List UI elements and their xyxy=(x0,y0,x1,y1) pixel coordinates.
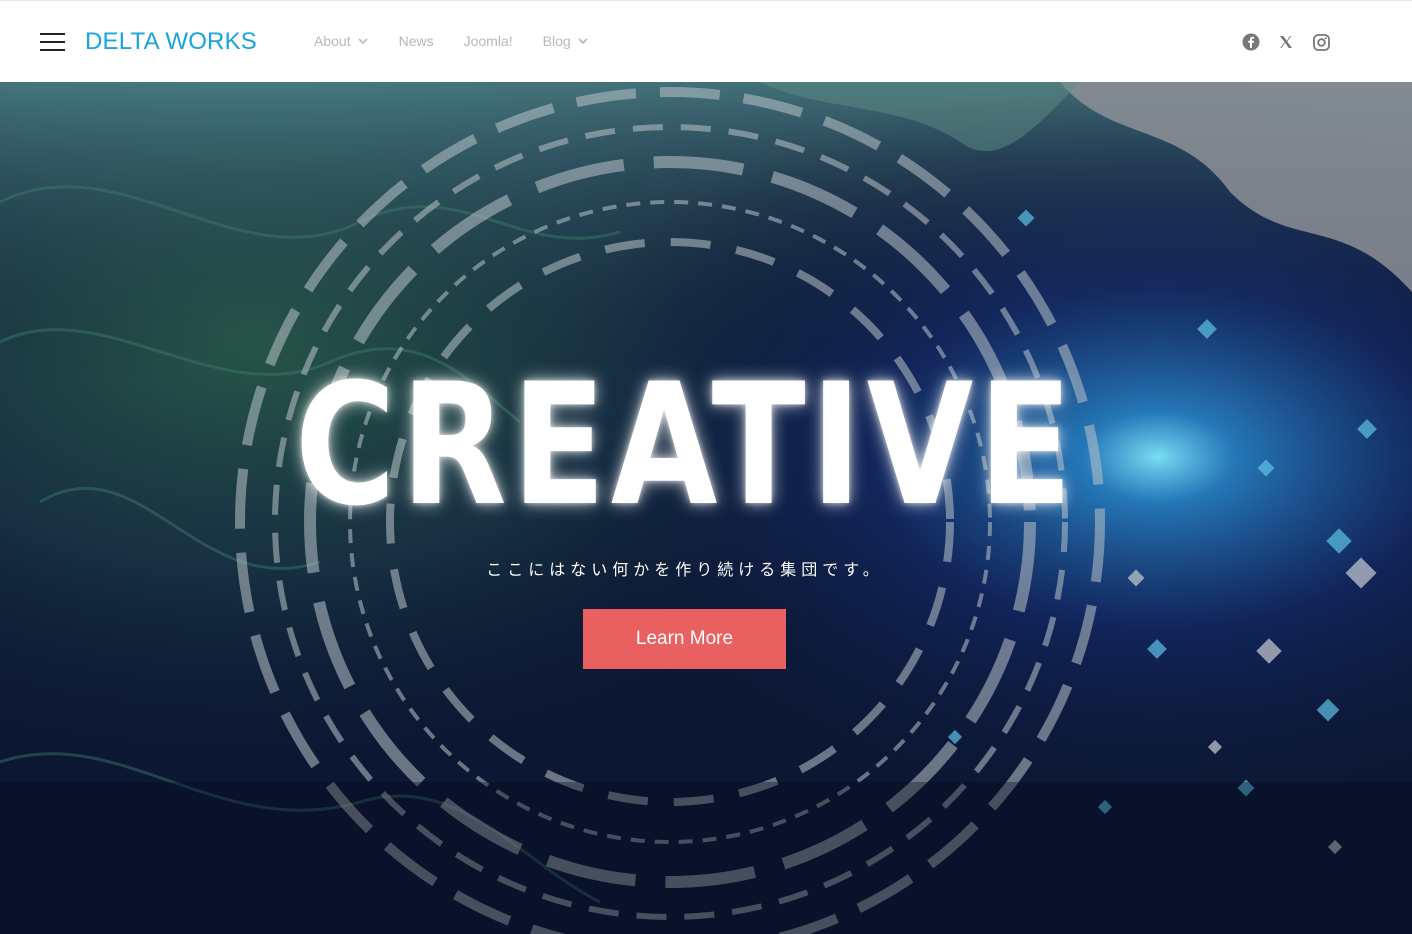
x-icon[interactable] xyxy=(1276,32,1296,52)
site-header: DELTA WORKS About News Joomla! Blog xyxy=(0,0,1412,82)
nav-item-blog[interactable]: Blog xyxy=(543,33,589,49)
social-links xyxy=(1241,32,1331,52)
chevron-down-icon xyxy=(358,38,368,45)
instagram-icon[interactable] xyxy=(1311,32,1331,52)
chevron-down-icon xyxy=(578,38,588,45)
learn-more-button[interactable]: Learn More xyxy=(583,609,786,669)
nav-item-joomla[interactable]: Joomla! xyxy=(464,33,513,49)
nav-item-label: News xyxy=(398,33,434,49)
nav-item-label: Blog xyxy=(542,33,571,49)
nav-item-label: About xyxy=(314,33,351,49)
nav-item-about[interactable]: About xyxy=(314,33,369,49)
nav-item-label: Joomla! xyxy=(463,33,513,49)
hero-section: CREATIVE ここにはない何かを作り続ける集団です。 Learn More xyxy=(0,82,1412,934)
hero-title: CREATIVE xyxy=(294,347,1078,543)
nav-item-news[interactable]: News xyxy=(399,33,434,49)
hero-subtitle: ここにはない何かを作り続ける集団です。 xyxy=(486,560,884,579)
site-logo[interactable]: DELTA WORKS xyxy=(85,28,257,56)
main-nav: About News Joomla! Blog xyxy=(314,33,619,49)
menu-icon[interactable] xyxy=(40,33,65,51)
facebook-icon[interactable] xyxy=(1241,32,1261,52)
